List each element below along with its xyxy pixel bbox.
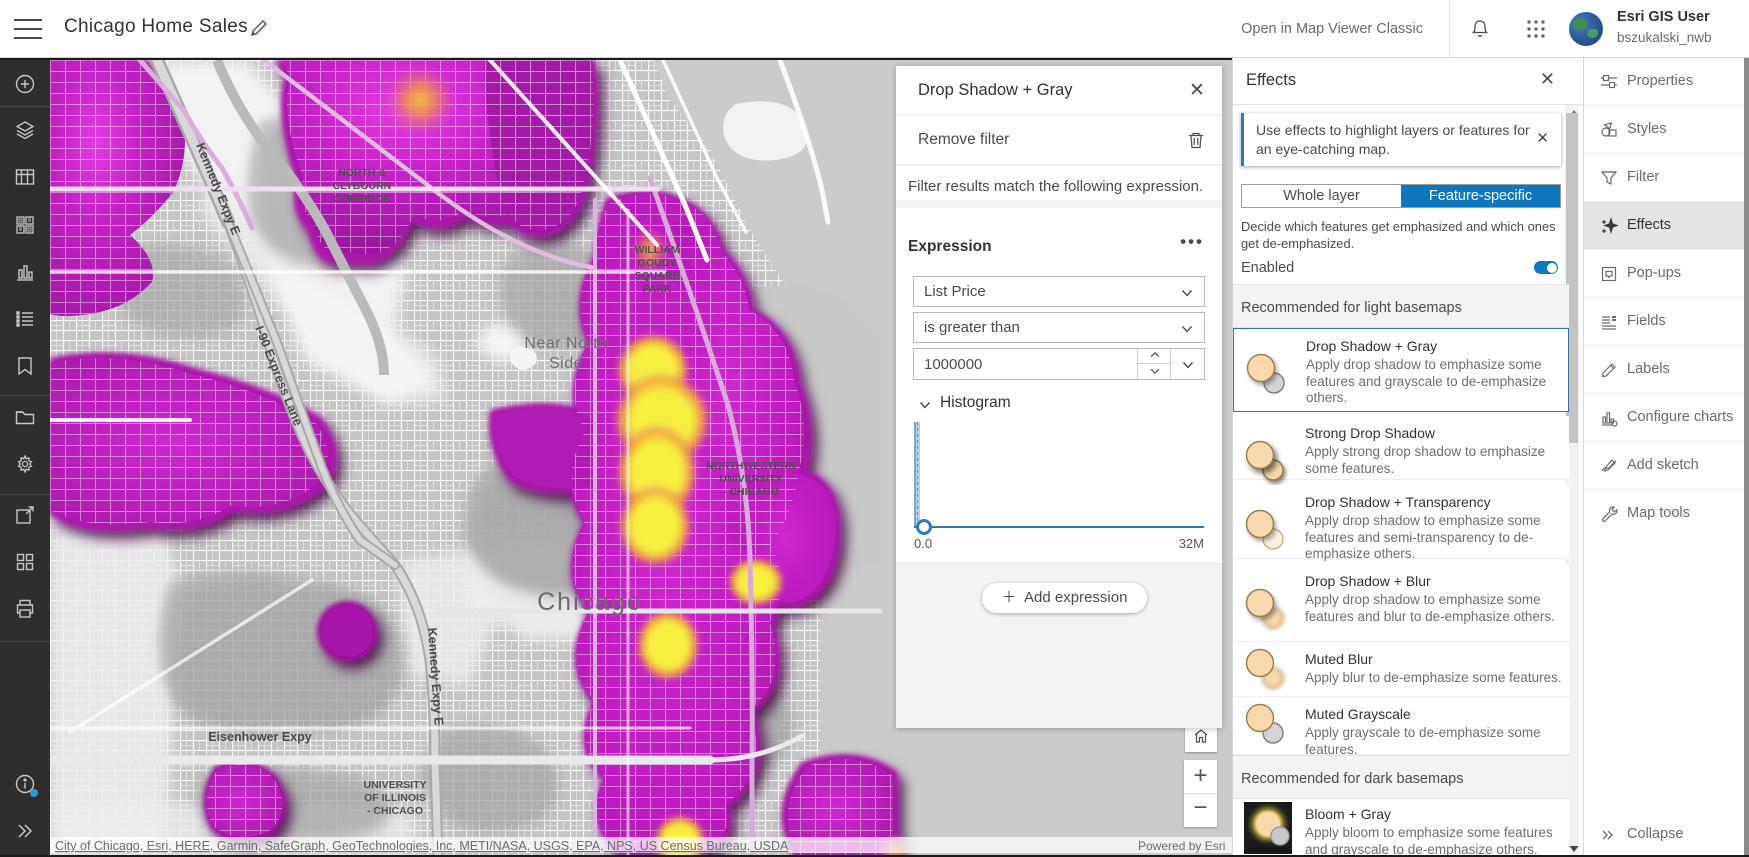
- svg-text:Side: Side: [549, 355, 583, 372]
- svg-text:OF ILLINOIS: OF ILLINOIS: [364, 792, 426, 804]
- svg-text:CORRIDOR: CORRIDOR: [333, 193, 391, 205]
- svg-text:SQUARE: SQUARE: [635, 270, 680, 282]
- svg-text:- CHICAGO: - CHICAGO: [723, 486, 779, 498]
- svg-text:City of Chicago, Esri, HERE, G: City of Chicago, Esri, HERE, Garmin, Saf…: [55, 839, 789, 853]
- svg-text:Powered by Esri: Powered by Esri: [1138, 839, 1225, 853]
- svg-text:UNIVERSITY: UNIVERSITY: [363, 779, 426, 791]
- svg-text:- CHICAGO: - CHICAGO: [367, 805, 423, 817]
- svg-text:NORTH &: NORTH &: [338, 167, 386, 179]
- svg-text:Chicago: Chicago: [537, 588, 643, 616]
- svg-text:UNIVERSITY: UNIVERSITY: [719, 473, 782, 485]
- svg-text:NORTHWESTERN: NORTHWESTERN: [706, 460, 796, 472]
- svg-text:Near North: Near North: [524, 335, 607, 352]
- svg-text:Eisenhower Expy: Eisenhower Expy: [208, 730, 312, 744]
- svg-text:PARK: PARK: [643, 283, 672, 295]
- svg-text:WILLIAM: WILLIAM: [635, 244, 680, 256]
- svg-text:GOUDY: GOUDY: [638, 257, 677, 269]
- svg-text:CLYBOURN: CLYBOURN: [333, 180, 392, 192]
